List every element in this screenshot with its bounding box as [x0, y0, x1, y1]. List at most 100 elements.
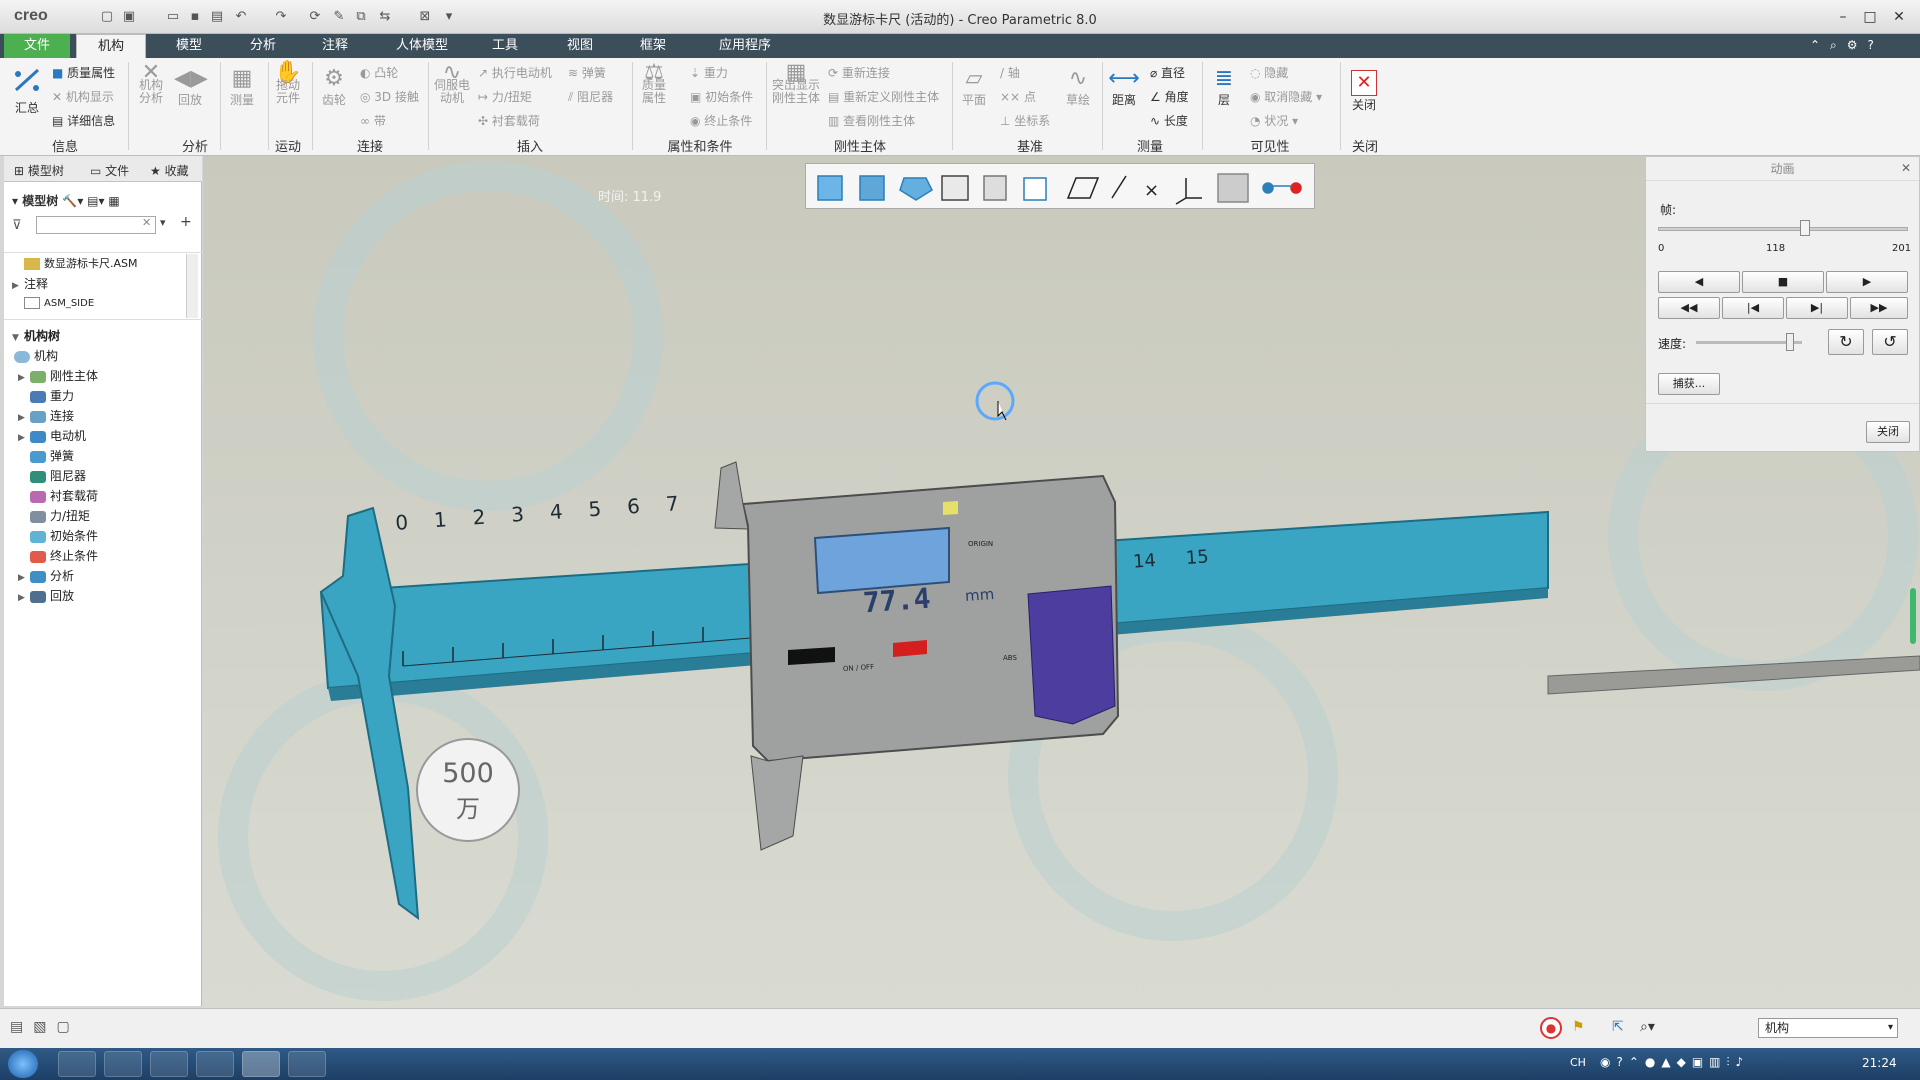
details-button[interactable]: ▤ 详细信息	[52, 112, 115, 129]
close-button[interactable]: ✕	[1886, 6, 1912, 28]
playback-button[interactable]: ◀▶ 回放	[174, 66, 208, 108]
tray-icons[interactable]: ◉?⌃●▲◆▣▥⫶♪	[1600, 1055, 1749, 1070]
undo-icon[interactable]: ↶	[232, 8, 250, 26]
expand-icon[interactable]: ▶	[18, 568, 30, 588]
selection-icon[interactable]: ⇱	[1612, 1019, 1624, 1035]
minimize-button[interactable]: –	[1830, 6, 1856, 28]
sketch-button[interactable]: ∿ 草绘	[1062, 66, 1094, 108]
unhide-button[interactable]: ◉ 取消隐藏 ▾	[1250, 88, 1322, 105]
close-mechanism-button[interactable]: ✕ 关闭	[1348, 70, 1380, 113]
capture-button[interactable]: 捕获...	[1658, 373, 1720, 395]
mech-tree-item[interactable]: 力/扭矩	[18, 506, 90, 526]
gears-button[interactable]: ⚙ 齿轮	[318, 66, 350, 108]
tab-favorites[interactable]: ★ 收藏	[150, 162, 189, 179]
play-forward-button[interactable]: ▶	[1826, 271, 1908, 293]
mech-tree-item[interactable]: 弹簧	[18, 446, 74, 466]
highlight-bodies-button[interactable]: ▦ 突出显示刚性主体	[772, 62, 820, 105]
mech-tree-item[interactable]: 重力	[18, 386, 74, 406]
speed-slider[interactable]	[1696, 333, 1802, 351]
stop-button[interactable]: ■	[1742, 271, 1824, 293]
mechanism-analysis-button[interactable]: ✕ 机构分析	[136, 62, 166, 105]
search-dropdown-icon[interactable]: ▾	[160, 216, 166, 229]
servo-motor-button[interactable]: ∿ 伺服电动机	[434, 62, 470, 105]
damper-button[interactable]: ⫽ 阻尼器	[568, 88, 613, 105]
rewind-button[interactable]: ◀◀	[1658, 297, 1720, 319]
tab-files[interactable]: ▭ 文件	[90, 162, 129, 179]
print-icon[interactable]: ▤	[208, 8, 226, 26]
frame-slider-thumb[interactable]	[1799, 220, 1810, 236]
stop-regen-icon[interactable]: ●	[1540, 1017, 1562, 1039]
axis-button[interactable]: / 轴	[1000, 64, 1020, 81]
tab-applications[interactable]: 应用程序	[700, 34, 790, 58]
switch-window-icon[interactable]: ⇆	[376, 8, 394, 26]
csys-button[interactable]: ⊥ 坐标系	[1000, 112, 1050, 129]
mass-props-button[interactable]: ⚖ 质量属性	[638, 62, 670, 105]
expand-icon[interactable]: ▶	[18, 428, 30, 448]
taskbar-app-3[interactable]	[150, 1051, 188, 1077]
tab-analysis[interactable]: 分析	[228, 34, 298, 58]
view-scroll-indicator[interactable]	[1910, 588, 1916, 644]
tree-assembly[interactable]: 数显游标卡尺.ASM	[12, 254, 138, 274]
close-window-icon[interactable]: ⊠	[416, 8, 434, 26]
bushing-load-button[interactable]: ✣ 衬套载荷	[478, 112, 540, 129]
tab-view[interactable]: 视图	[545, 34, 615, 58]
tab-tools[interactable]: 工具	[470, 34, 540, 58]
tab-file[interactable]: 文件	[4, 34, 70, 58]
mechanism-tree-header[interactable]: ▼ 机构树	[12, 326, 60, 346]
layer-button[interactable]: ≣ 层	[1208, 66, 1240, 108]
3d-contact-button[interactable]: ◎ 3D 接触	[360, 88, 419, 105]
mech-tree-item[interactable]: 衬套载荷	[18, 486, 98, 506]
step-forward-button[interactable]: ▶|	[1786, 297, 1848, 319]
status-button[interactable]: ◔ 状况 ▾	[1250, 112, 1298, 129]
tree-scrollbar[interactable]	[186, 254, 198, 318]
initial-condition-button[interactable]: ▣ 初始条件	[690, 88, 753, 105]
view-bodies-button[interactable]: ▥ 查看刚性主体	[828, 112, 915, 129]
drag-components-button[interactable]: ✋ 拖动元件	[272, 62, 304, 105]
gravity-button[interactable]: ⇣ 重力	[690, 64, 728, 81]
tab-model-tree[interactable]: ⊞ 模型树	[14, 162, 64, 179]
mech-tree-item[interactable]: ▶ 分析	[18, 566, 74, 586]
tab-model[interactable]: 模型	[154, 34, 224, 58]
expand-icon[interactable]: ▶	[18, 368, 30, 388]
folder-icon[interactable]: ▭	[164, 8, 182, 26]
status-left-icons[interactable]: ▤▧▢	[10, 1019, 80, 1035]
new-file-icon[interactable]: ▢	[98, 8, 116, 26]
fast-forward-button[interactable]: ▶▶	[1850, 297, 1908, 319]
termination-condition-button[interactable]: ◉ 终止条件	[690, 112, 752, 129]
save-icon[interactable]: ▪	[186, 8, 204, 26]
force-torque-button[interactable]: ↦ 力/扭矩	[478, 88, 532, 105]
belt-button[interactable]: ∞ 带	[360, 112, 386, 129]
diameter-button[interactable]: ⌀ 直径	[1150, 64, 1185, 81]
reconnect-button[interactable]: ⟳ 重新连接	[828, 64, 890, 81]
animation-close-icon[interactable]: ✕	[1901, 161, 1911, 175]
filter-select[interactable]: 机构 ▾	[1758, 1018, 1898, 1038]
open-file-icon[interactable]: ▣	[120, 8, 138, 26]
model-tree-header[interactable]: ▾ 模型树 🔨▾ ▤▾ ▦	[12, 192, 120, 209]
play-backward-button[interactable]: ◀	[1658, 271, 1740, 293]
hide-button[interactable]: ◌ 隐藏	[1250, 64, 1288, 81]
cam-button[interactable]: ◐ 凸轮	[360, 64, 398, 81]
expand-icon[interactable]: ▶	[18, 408, 30, 428]
mech-tree-item[interactable]: 初始条件	[18, 526, 98, 546]
regenerate-icon[interactable]: ⟳	[306, 8, 324, 26]
tab-human-model[interactable]: 人体模型	[380, 34, 464, 58]
plane-button[interactable]: ▱ 平面	[958, 66, 990, 108]
frame-slider[interactable]	[1658, 220, 1908, 236]
reverse-loop-button[interactable]: ↺	[1872, 329, 1908, 355]
tab-annotate[interactable]: 注释	[300, 34, 370, 58]
redo-icon[interactable]: ↷	[272, 8, 290, 26]
redefine-bodies-button[interactable]: ▤ 重新定义刚性主体	[828, 88, 939, 105]
loop-button[interactable]: ↻	[1828, 329, 1864, 355]
tab-framework[interactable]: 框架	[618, 34, 688, 58]
find-icon[interactable]: ⌕▾	[1640, 1019, 1655, 1035]
mech-root[interactable]: 机构	[14, 346, 58, 366]
measure-button[interactable]: ▦ 测量	[226, 66, 258, 108]
length-button[interactable]: ∿ 长度	[1150, 112, 1188, 129]
point-button[interactable]: ×× 点	[1000, 88, 1036, 105]
mech-tree-item[interactable]: ▶ 回放	[18, 586, 74, 606]
taskbar-app-explorer[interactable]	[288, 1051, 326, 1077]
tree-search-input[interactable]	[36, 216, 156, 234]
help-icons[interactable]: ⌃⌕⚙?	[1810, 38, 1884, 53]
step-back-button[interactable]: |◀	[1722, 297, 1784, 319]
taskbar-app-creo[interactable]	[242, 1051, 280, 1077]
